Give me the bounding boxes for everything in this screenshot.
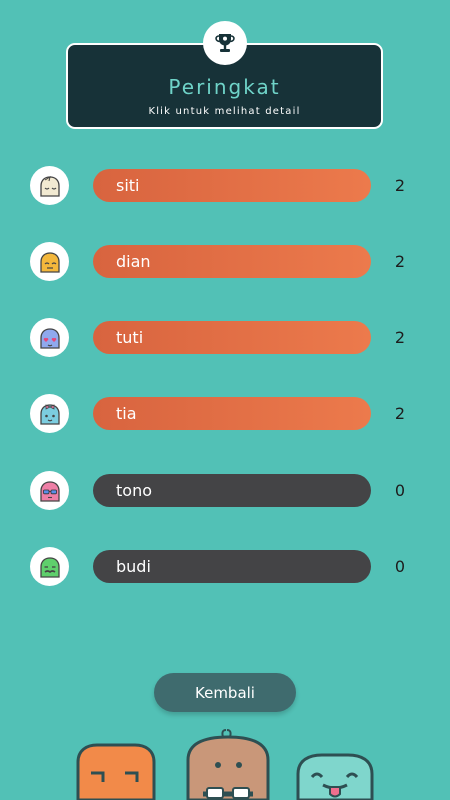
player-name-bar[interactable]: siti [93,169,371,202]
player-score: 0 [394,481,406,500]
player-name: tono [116,481,152,500]
trophy-icon [203,21,247,65]
back-button[interactable]: Kembali [154,673,296,712]
leaderboard-row[interactable]: dian 2 [0,242,450,282]
player-score: 0 [394,557,406,576]
player-name: dian [116,252,151,271]
page-subtitle: Klik untuk melihat detail [148,106,301,117]
player-name-bar[interactable]: tuti [93,321,371,354]
yellow-blob-avatar [30,242,69,281]
heart-eyes-blue-blob-avatar [30,318,69,357]
player-score: 2 [394,404,406,423]
leaderboard-row[interactable]: budi 0 [0,547,450,587]
teal-mascot-tongue [296,753,374,800]
player-score: 2 [394,176,406,195]
player-name: siti [116,176,140,195]
player-name: tuti [116,328,144,347]
leaderboard-row[interactable]: tono 0 [0,471,450,511]
page-title: Peringkat [168,75,281,99]
blue-blob-pink-bow-avatar [30,394,69,433]
player-name-bar[interactable]: tono [93,474,371,507]
player-score: 2 [394,328,406,347]
player-name: tia [116,404,137,423]
player-name-bar[interactable]: tia [93,397,371,430]
player-name-bar[interactable]: budi [93,550,371,583]
brown-mascot-glasses [186,729,270,800]
sleepy-cream-blob-avatar [30,166,69,205]
player-score: 2 [394,252,406,271]
player-name: budi [116,557,151,576]
leaderboard-row[interactable]: siti 2 [0,166,450,206]
orange-mascot [76,743,156,800]
green-blob-mustache-avatar [30,547,69,586]
player-name-bar[interactable]: dian [93,245,371,278]
leaderboard-row[interactable]: tia 2 [0,394,450,434]
pink-blob-sunglasses-avatar [30,471,69,510]
leaderboard-row[interactable]: tuti 2 [0,318,450,358]
